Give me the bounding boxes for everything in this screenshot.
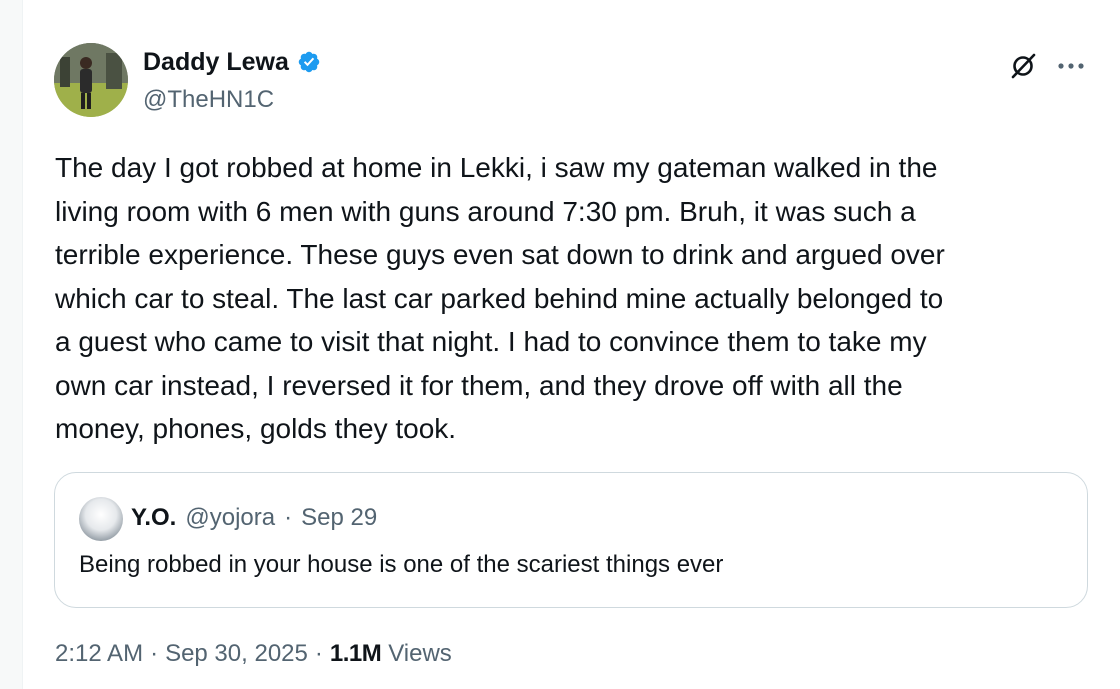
tweet-text: The day I got robbed at home in Lekki, i… xyxy=(55,152,945,444)
quote-author-handle[interactable]: @yojora xyxy=(185,503,275,533)
author-handle[interactable]: @TheHN1C xyxy=(143,85,274,115)
quote-text: Being robbed in your house is one of the… xyxy=(79,551,724,578)
verified-badge-icon[interactable] xyxy=(297,50,321,74)
tweet-card: Daddy Lewa @TheHN1C The day I got robbed… xyxy=(22,0,1120,689)
author-avatar-image xyxy=(54,43,128,117)
quote-author-avatar[interactable] xyxy=(79,497,123,541)
more-button[interactable] xyxy=(1053,50,1089,82)
author-name-row[interactable]: Daddy Lewa xyxy=(143,47,321,77)
tweet-date[interactable]: Sep 30, 2025 xyxy=(165,638,308,670)
tweet-footer: 2:12 AM · Sep 30, 2025 · 1.1M Views xyxy=(55,638,452,670)
author-avatar[interactable] xyxy=(54,43,128,117)
grok-icon xyxy=(1011,53,1036,79)
more-icon xyxy=(1058,63,1084,69)
quote-date[interactable]: Sep 29 xyxy=(301,503,377,533)
views-count: 1.1M xyxy=(329,640,382,667)
footer-separator: · xyxy=(150,640,159,667)
grok-button[interactable] xyxy=(1007,50,1039,82)
quote-header: Y.O. @yojora · Sep 29 xyxy=(131,503,377,533)
views-label: Views xyxy=(388,640,452,667)
quote-separator: · xyxy=(284,504,293,531)
quoted-tweet[interactable]: Y.O. @yojora · Sep 29 Being robbed in yo… xyxy=(54,472,1088,608)
footer-separator-2: · xyxy=(314,640,323,667)
author-display-name[interactable]: Daddy Lewa xyxy=(143,47,289,77)
quote-author-name[interactable]: Y.O. xyxy=(131,503,176,533)
tweet-time[interactable]: 2:12 AM xyxy=(55,638,143,670)
